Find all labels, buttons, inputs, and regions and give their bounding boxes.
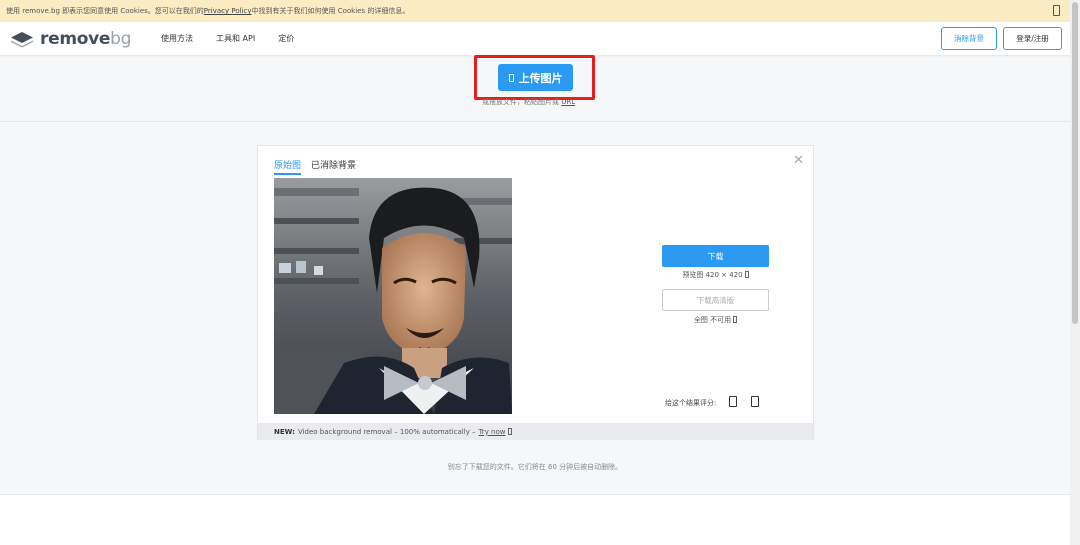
rate-label: 给这个结果评分:	[665, 399, 717, 407]
scrollbar-thumb[interactable]	[1072, 2, 1078, 324]
nav-pricing[interactable]: 定价	[278, 33, 294, 44]
try-now-link[interactable]: Try now	[479, 428, 506, 436]
nav-tools-api[interactable]: 工具和 API	[216, 33, 255, 44]
logo-text-suffix: bg	[110, 29, 132, 49]
logo[interactable]: removebg	[10, 29, 131, 49]
drop-hint-text: 或拖放文件，粘贴图片或	[482, 98, 559, 106]
upload-image-button[interactable]: 上传图片	[498, 64, 573, 91]
url-link[interactable]: URL	[561, 98, 575, 106]
thumbs-up-icon[interactable]	[729, 396, 737, 407]
remove-background-button[interactable]: 消除背景	[941, 27, 997, 50]
original-photo	[274, 178, 512, 414]
info-icon[interactable]	[733, 316, 738, 323]
logo-icon	[11, 31, 33, 47]
download-hd-button[interactable]: 下载高清版	[662, 289, 769, 311]
promo-text: Video background removal – 100% automati…	[297, 427, 476, 436]
promo-label: NEW:	[274, 427, 295, 436]
cookie-banner: 使用 remove.bg 即表示您同意使用 Cookies。您可以在我们的 Pri…	[0, 0, 1070, 22]
main-nav: 使用方法 工具和 API 定价	[161, 22, 317, 55]
cookie-text: 使用 remove.bg 即表示您同意使用 Cookies。您可以在我们的	[6, 7, 204, 15]
tab-original[interactable]: 原始图	[274, 158, 302, 175]
logo-text: removebg	[40, 29, 131, 49]
external-link-icon	[507, 428, 512, 435]
full-image-info: 全图 不可用	[662, 315, 769, 325]
drop-hint: 或拖放文件，粘贴图片或 URL	[482, 97, 575, 107]
thumbs-down-icon[interactable]	[751, 396, 759, 407]
login-button[interactable]: 登录/注册	[1003, 27, 1062, 50]
promo-banner: NEW: Video background removal – 100% aut…	[258, 423, 813, 440]
result-card: 原始图 已消除背景 ✕ 下载 预览图 420 × 420 下载高清版 全图 不可…	[257, 145, 814, 440]
cookie-text-after: 中找到有关于我们如何使用 Cookies 的详细信息。	[251, 7, 410, 15]
photo-illustration	[274, 178, 512, 414]
privacy-policy-link[interactable]: Privacy Policy	[204, 7, 252, 15]
upload-button-label: 上传图片	[518, 71, 563, 85]
upload-icon	[508, 73, 514, 82]
auto-delete-notice: 别忘了下载您的文件。它们将在 60 分钟后被自动删除。	[447, 463, 623, 471]
download-button[interactable]: 下载	[662, 245, 769, 267]
site-header: removebg 使用方法 工具和 API 定价 消除背景 登录/注册	[0, 22, 1070, 55]
info-icon[interactable]	[744, 271, 749, 278]
preview-info-text: 预览图 420 × 420	[682, 271, 743, 279]
footer	[0, 495, 1070, 545]
full-info-text: 全图 不可用	[693, 316, 732, 324]
close-icon[interactable]: ✕	[793, 153, 804, 168]
divider	[0, 121, 1070, 122]
logo-text-main: remove	[40, 29, 111, 49]
nav-how-to-use[interactable]: 使用方法	[161, 33, 193, 44]
cookie-close-icon[interactable]	[1053, 5, 1060, 16]
scrollbar[interactable]	[1070, 0, 1080, 545]
tab-removed-background[interactable]: 已消除背景	[311, 158, 356, 171]
preview-info: 预览图 420 × 420	[662, 270, 769, 280]
